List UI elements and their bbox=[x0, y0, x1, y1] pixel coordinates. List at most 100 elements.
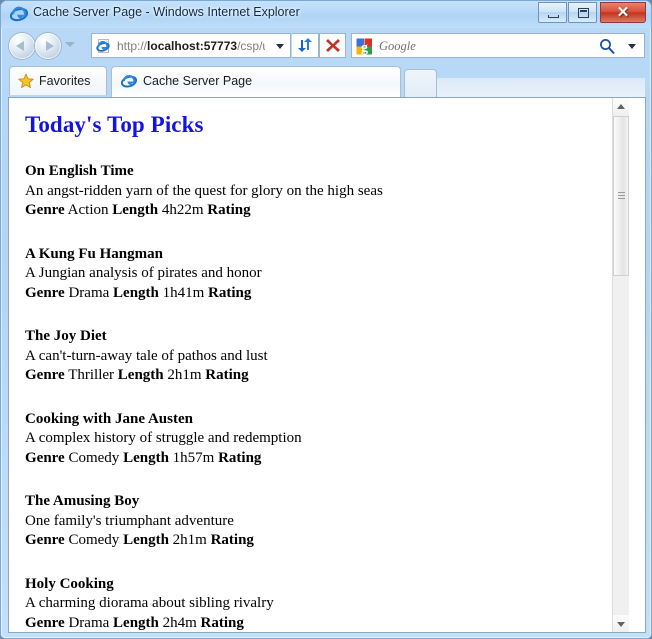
scroll-up-button[interactable] bbox=[613, 98, 629, 115]
rating-label: Rating bbox=[205, 367, 249, 383]
movie-description: One family's triumphant adventure bbox=[25, 512, 234, 529]
list-item[interactable]: The Amusing Boy One family's triumphant … bbox=[25, 492, 615, 551]
genre-value: Comedy bbox=[68, 449, 120, 466]
genre-value: Thriller bbox=[68, 367, 115, 383]
title-bar[interactable]: Cache Server Page - Windows Internet Exp… bbox=[1, 1, 651, 28]
genre-value: Comedy bbox=[68, 532, 120, 548]
scroll-down-button[interactable] bbox=[613, 615, 629, 632]
tab-cache-server-page[interactable]: Cache Server Page bbox=[111, 66, 401, 97]
movie-description: A complex history of struggle and redemp… bbox=[25, 430, 302, 446]
rating-label: Rating bbox=[218, 449, 262, 466]
list-item[interactable]: The Joy Diet A can't-turn-away tale of p… bbox=[25, 327, 615, 386]
length-value: 2h4m bbox=[162, 614, 197, 631]
ie-favicon-icon bbox=[121, 74, 137, 88]
list-item[interactable]: On English Time An angst-ridden yarn of … bbox=[25, 162, 615, 221]
movie-title: The Joy Diet bbox=[25, 328, 107, 344]
scroll-thumb[interactable] bbox=[613, 116, 629, 276]
close-button[interactable]: ✕ bbox=[600, 2, 646, 23]
genre-label: Genre bbox=[25, 532, 65, 548]
tab-strip: Favorites Cache Server Page bbox=[1, 64, 651, 98]
maximize-button[interactable] bbox=[568, 2, 597, 23]
page-viewport: Today's Top Picks On English Time An ang… bbox=[8, 97, 646, 633]
movie-title: Holy Cooking bbox=[25, 575, 114, 592]
minimize-icon bbox=[548, 15, 559, 18]
back-arrow-icon bbox=[16, 41, 24, 51]
movie-meta: Genre Drama Length 2h4m Rating bbox=[25, 614, 615, 633]
favorites-button[interactable]: Favorites bbox=[9, 66, 107, 95]
search-box[interactable]: g Google bbox=[351, 33, 645, 58]
recent-pages-dropdown[interactable] bbox=[65, 42, 75, 47]
movie-description: A charming diorama about sibling rivalry bbox=[25, 595, 274, 611]
movie-meta: Genre Comedy Length 2h1m Rating bbox=[25, 531, 615, 551]
genre-value: Action bbox=[67, 202, 109, 218]
svg-text:g: g bbox=[361, 41, 368, 56]
movie-meta: Genre Thriller Length 2h1m Rating bbox=[25, 366, 615, 386]
browser-window: Cache Server Page - Windows Internet Exp… bbox=[0, 0, 652, 639]
scroll-thumb-grip bbox=[618, 192, 625, 200]
ie-logo-icon bbox=[10, 6, 28, 22]
address-bar[interactable]: http://localhost:57773/csp/u: bbox=[91, 33, 291, 58]
rating-label: Rating bbox=[210, 532, 254, 548]
search-provider-dropdown-icon[interactable] bbox=[628, 44, 636, 49]
length-value: 1h57m bbox=[172, 449, 215, 466]
chevron-down-icon bbox=[617, 621, 625, 627]
back-button[interactable] bbox=[9, 33, 35, 59]
movie-title: The Amusing Boy bbox=[25, 493, 140, 509]
genre-label: Genre bbox=[25, 614, 65, 631]
length-label: Length bbox=[123, 449, 169, 466]
rating-label: Rating bbox=[200, 614, 244, 631]
length-label: Length bbox=[112, 202, 159, 218]
page-content: Today's Top Picks On English Time An ang… bbox=[9, 98, 629, 632]
movie-meta: Genre Drama Length 1h41m Rating bbox=[25, 284, 615, 304]
length-value: 4h22m bbox=[161, 202, 204, 218]
movie-meta: Genre Action Length 4h22m Rating bbox=[25, 201, 615, 221]
page-title: Today's Top Picks bbox=[25, 112, 204, 137]
maximize-icon bbox=[578, 8, 589, 18]
length-label: Length bbox=[123, 532, 169, 548]
refresh-button[interactable] bbox=[292, 33, 319, 58]
movie-title: A Kung Fu Hangman bbox=[25, 245, 163, 262]
close-icon: ✕ bbox=[616, 4, 630, 21]
length-value: 2h1m bbox=[167, 367, 202, 383]
star-icon bbox=[18, 73, 34, 89]
rating-label: Rating bbox=[208, 284, 252, 301]
forward-button[interactable] bbox=[35, 33, 61, 59]
movie-meta: Genre Comedy Length 1h57m Rating bbox=[25, 449, 615, 469]
rating-label: Rating bbox=[207, 202, 251, 218]
movie-title: Cooking with Jane Austen bbox=[25, 410, 193, 427]
list-item[interactable]: Holy Cooking A charming diorama about si… bbox=[25, 575, 615, 633]
window-title: Cache Server Page - Windows Internet Exp… bbox=[33, 5, 300, 19]
tab-label: Cache Server Page bbox=[143, 74, 253, 88]
genre-label: Genre bbox=[25, 449, 65, 466]
movie-description: A Jungian analysis of pirates and honor bbox=[25, 265, 262, 281]
stop-button[interactable] bbox=[319, 33, 346, 58]
document-body: Today's Top Picks On English Time An ang… bbox=[25, 98, 615, 632]
google-logo-icon: g bbox=[356, 38, 372, 56]
list-item[interactable]: A Kung Fu Hangman A Jungian analysis of … bbox=[25, 245, 615, 304]
list-item[interactable]: Cooking with Jane Austen A complex histo… bbox=[25, 410, 615, 469]
length-label: Length bbox=[117, 367, 164, 383]
address-dropdown-icon[interactable] bbox=[276, 44, 284, 49]
forward-arrow-icon bbox=[46, 41, 54, 51]
minimize-button[interactable] bbox=[538, 2, 567, 23]
page-favicon-icon bbox=[96, 39, 110, 53]
new-tab-button[interactable] bbox=[404, 69, 437, 97]
stop-icon bbox=[326, 39, 340, 52]
chevron-up-icon bbox=[617, 103, 625, 109]
length-label: Length bbox=[113, 284, 159, 301]
favorites-label: Favorites bbox=[39, 74, 91, 88]
search-placeholder: Google bbox=[379, 39, 416, 53]
refresh-icon bbox=[298, 38, 312, 52]
vertical-scrollbar[interactable] bbox=[612, 98, 629, 632]
genre-value: Drama bbox=[68, 284, 110, 301]
tab-strip-filler bbox=[437, 78, 645, 98]
movie-description: An angst-ridden yarn of the quest for gl… bbox=[25, 182, 383, 199]
length-value: 2h1m bbox=[172, 532, 207, 548]
genre-label: Genre bbox=[25, 367, 65, 383]
navigation-toolbar: http://localhost:57773/csp/u: g G bbox=[1, 28, 651, 64]
movie-description: A can't-turn-away tale of pathos and lus… bbox=[25, 347, 268, 364]
search-go-icon[interactable] bbox=[599, 38, 616, 55]
genre-label: Genre bbox=[25, 202, 65, 218]
genre-value: Drama bbox=[68, 614, 110, 631]
length-label: Length bbox=[113, 614, 159, 631]
